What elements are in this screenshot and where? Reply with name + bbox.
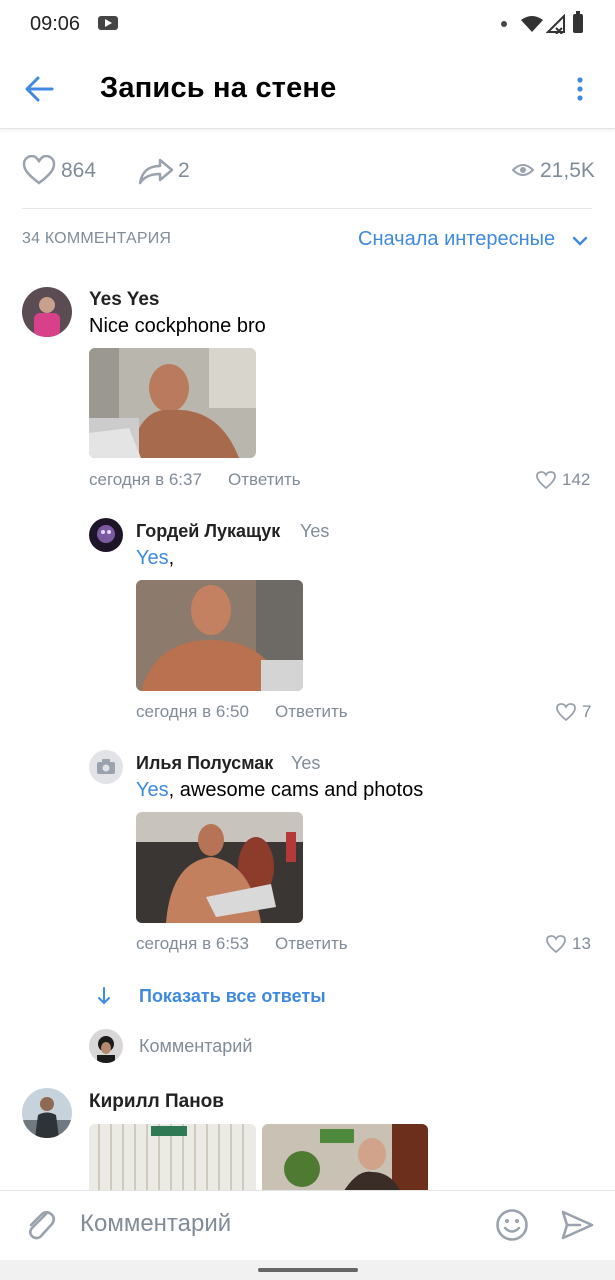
emoji-smile-icon[interactable]: [495, 1208, 529, 1242]
photo-image: [136, 812, 303, 923]
comment-text: Nice cockphone bro: [89, 315, 266, 337]
current-user-avatar-image: [89, 1029, 123, 1063]
battery-icon: [573, 11, 583, 33]
heart-icon: [556, 703, 576, 721]
sort-label: Сначала интересные: [358, 228, 556, 250]
reply-to-name[interactable]: Yes: [291, 753, 320, 774]
reply-like-button[interactable]: 7: [556, 700, 596, 724]
reply-time: сегодня в 6:50: [136, 702, 249, 721]
photo-image: [136, 580, 303, 691]
heart-icon: [22, 155, 56, 185]
more-options-icon[interactable]: [570, 76, 590, 102]
comment-photo[interactable]: [262, 1124, 428, 1194]
notification-dot-icon: [501, 21, 507, 27]
status-time: 09:06: [30, 13, 81, 35]
comment-author[interactable]: Кирилл Панов: [89, 1091, 224, 1113]
mention-link[interactable]: Yes: [136, 547, 169, 569]
eye-icon: [512, 164, 534, 176]
photo-image: [89, 1124, 256, 1194]
comments-count: 34 КОММЕНТАРИЯ: [22, 230, 172, 247]
comment-like-button[interactable]: 142: [536, 468, 596, 492]
user-avatar-image: [22, 287, 72, 337]
youtube-notification-icon: [98, 16, 118, 30]
views-count: 21,5K: [540, 159, 595, 182]
heart-icon: [546, 935, 566, 953]
comment-input[interactable]: Комментарий: [80, 1210, 231, 1238]
camera-icon: [97, 759, 115, 774]
user-avatar-image: [22, 1088, 72, 1138]
views-indicator: 21,5K: [512, 150, 602, 190]
status-bar: 09:06: [0, 0, 615, 48]
like-button[interactable]: 864: [22, 150, 112, 190]
comment-photo[interactable]: [89, 348, 256, 458]
heart-icon: [536, 471, 556, 489]
share-arrow-icon: [138, 158, 174, 185]
comment-photo[interactable]: [89, 1124, 256, 1194]
reply-author[interactable]: Илья Полусмак: [136, 753, 273, 774]
arrow-down-icon[interactable]: [96, 986, 112, 1006]
chevron-down-icon: [572, 236, 588, 246]
comment-author[interactable]: Yes Yes: [89, 289, 159, 311]
reply-likes-count: 13: [572, 934, 591, 953]
page-title: Запись на стене: [100, 72, 337, 104]
stats-divider: [22, 208, 592, 209]
send-icon[interactable]: [560, 1208, 594, 1242]
reply-button[interactable]: Ответить: [275, 934, 348, 954]
wifi-icon: [521, 16, 543, 32]
share-button[interactable]: 2: [138, 150, 198, 190]
reply-button[interactable]: Ответить: [228, 470, 301, 490]
shares-count: 2: [178, 159, 190, 182]
reply-author[interactable]: Гордей Лукащук: [136, 521, 280, 542]
avatar[interactable]: [22, 1088, 72, 1138]
attach-paperclip-icon[interactable]: [24, 1206, 56, 1242]
comment-time: сегодня в 6:37: [89, 470, 202, 489]
reply-likes-count: 7: [582, 702, 592, 721]
reply-time: сегодня в 6:53: [136, 934, 249, 953]
reply-photo[interactable]: [136, 580, 303, 691]
cell-signal-icon: [546, 14, 565, 34]
comment-likes-count: 142: [562, 470, 591, 489]
user-avatar-image: [89, 518, 123, 552]
reply-text: Yes, awesome cams and photos: [136, 779, 423, 802]
back-arrow-icon[interactable]: [24, 75, 54, 103]
photo-image: [89, 348, 256, 458]
avatar: [89, 1029, 123, 1063]
reply-like-button[interactable]: 13: [546, 932, 596, 956]
reply-text-body: , awesome cams and photos: [168, 779, 424, 801]
sort-dropdown[interactable]: Сначала интересные: [358, 226, 593, 256]
reply-comment-input[interactable]: Комментарий: [139, 1036, 252, 1057]
show-all-replies-link[interactable]: Показать все ответы: [139, 986, 326, 1007]
avatar[interactable]: [89, 518, 123, 552]
reply-button[interactable]: Ответить: [275, 702, 348, 722]
reply-photo[interactable]: [136, 812, 303, 923]
photo-image: [262, 1124, 428, 1194]
avatar[interactable]: [89, 750, 123, 784]
reply-to-name[interactable]: Yes: [300, 521, 329, 542]
reply-text: Yes,: [136, 547, 174, 570]
likes-count: 864: [61, 159, 97, 182]
reply-text-body: ,: [168, 547, 175, 569]
home-gesture-pill[interactable]: [258, 1268, 358, 1272]
mention-link[interactable]: Yes: [136, 779, 169, 801]
avatar[interactable]: [22, 287, 72, 337]
